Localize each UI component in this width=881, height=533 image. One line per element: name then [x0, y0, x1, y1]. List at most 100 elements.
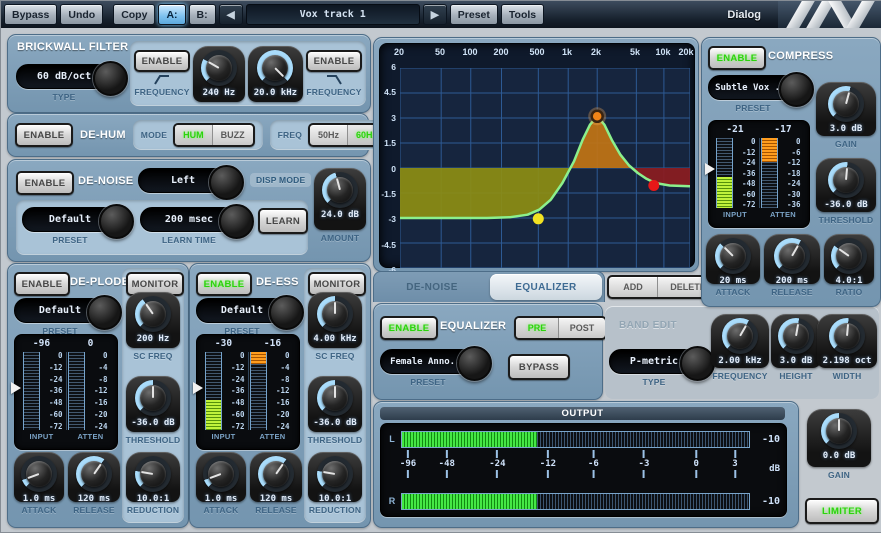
limiter-button[interactable]: LIMITER — [805, 498, 879, 524]
deess-threshold-knob[interactable] — [317, 380, 353, 416]
deess-reduction-knob[interactable] — [317, 456, 353, 492]
compress-threshold-knob[interactable] — [828, 162, 864, 198]
tab-denoise[interactable]: DE-NOISE — [376, 274, 488, 300]
deess-release-knob[interactable] — [258, 456, 294, 492]
lp-frequency-knob-module: 20.0 kHz — [248, 46, 303, 102]
freq-tick-label: 20 — [394, 47, 404, 57]
hp-frequency-knob[interactable] — [201, 50, 237, 86]
deess-threshold-label: THRESHOLD — [308, 435, 363, 445]
prev-preset-icon[interactable]: ◀ — [219, 4, 243, 25]
add-band-button[interactable]: ADD — [609, 277, 658, 297]
hp-frequency-value: 240 Hz — [203, 88, 236, 98]
compress-threshold-slider[interactable] — [705, 163, 721, 175]
deplode-attack-knob[interactable] — [21, 456, 57, 492]
dehum-freq-label: FREQ — [278, 130, 302, 140]
denoise-enable-button[interactable]: ENABLE — [16, 171, 74, 195]
preset-menu-button[interactable]: Preset — [450, 4, 498, 25]
compress-release-module: 200 ms RELEASE — [764, 234, 820, 297]
eq-graph[interactable]: 20 50 100 200 500 1k 2k 5k 10k 20k 64.53… — [379, 43, 695, 268]
deplode-title: DE-PLODE — [70, 276, 129, 288]
deplode-atten-label: ATTEN — [66, 432, 115, 441]
deplode-threshold-slider[interactable] — [11, 382, 27, 394]
deplode-threshold-knob[interactable] — [135, 380, 171, 416]
compress-ratio-knob[interactable] — [831, 238, 867, 274]
deplode-meter-bars: 0-12-24-36-48-60-72 0-4-8-12-16-20-24 — [17, 352, 115, 430]
deplode-preset-knob[interactable] — [87, 295, 122, 330]
meter-divider — [759, 138, 760, 208]
deplode-reduction-knob[interactable] — [135, 456, 171, 492]
pre-option[interactable]: PRE — [516, 318, 559, 338]
scale-tick-label: 3 — [380, 114, 396, 122]
tools-button[interactable]: Tools — [501, 4, 544, 25]
freq-50hz-option[interactable]: 50Hz — [310, 125, 348, 145]
compress-gain-knob[interactable] — [828, 86, 864, 122]
band-type-knob[interactable] — [680, 346, 715, 381]
deplode-attack-label: ATTACK — [22, 505, 57, 515]
equalizer-controls-section: ENABLE EQUALIZER PRE POST Female Anno...… — [373, 303, 603, 400]
deess-enable-button[interactable]: ENABLE — [196, 272, 252, 296]
undo-button[interactable]: Undo — [60, 4, 103, 25]
deess-attack-knob[interactable] — [203, 456, 239, 492]
scale-tick-label: -24 — [43, 376, 63, 383]
compress-preset-knob[interactable] — [779, 72, 814, 107]
deess-meter: -30 -16 0-12-24-36-48-60-72 0-4-8-12-16-… — [196, 334, 300, 450]
compress-enable-button[interactable]: ENABLE — [708, 46, 766, 70]
preset-display[interactable]: Vox track 1 — [246, 4, 420, 25]
dehum-enable-button[interactable]: ENABLE — [15, 123, 73, 147]
eq-curve-plot[interactable] — [400, 68, 690, 268]
lp-frequency-knob[interactable] — [257, 50, 293, 86]
bypass-button[interactable]: Bypass — [4, 4, 57, 25]
band-frequency-knob[interactable] — [722, 318, 758, 354]
master-gain-value: 0.0 dB — [823, 451, 856, 461]
hum-option[interactable]: HUM — [175, 125, 213, 145]
deess-threshold-slider[interactable] — [193, 382, 209, 394]
compress-release-knob[interactable] — [774, 238, 810, 274]
scale-tick-label: -48 — [225, 399, 245, 406]
filter-type-knob[interactable] — [93, 61, 128, 96]
equalizer-bypass-button[interactable]: BYPASS — [508, 354, 570, 380]
hp-enable-button[interactable]: ENABLE — [134, 50, 190, 72]
post-option[interactable]: POST — [559, 318, 605, 338]
scale-tick-label: -24 — [736, 159, 756, 166]
deplode-scfreq-knob[interactable] — [135, 296, 171, 332]
equalizer-enable-button[interactable]: ENABLE — [380, 316, 438, 340]
disp-mode-knob[interactable] — [209, 165, 244, 200]
scale-tick-label: -18 — [781, 170, 801, 177]
master-gain-module: 0.0 dB GAIN — [807, 409, 871, 480]
buzz-option[interactable]: BUZZ — [213, 125, 253, 145]
compress-ratio-module: 4.0:1 RATIO — [824, 234, 874, 297]
next-preset-icon[interactable]: ▶ — [423, 4, 447, 25]
deplode-enable-button[interactable]: ENABLE — [14, 272, 70, 296]
learn-button[interactable]: LEARN — [258, 208, 308, 234]
denoise-preset-knob[interactable] — [99, 204, 134, 239]
deplode-release-knob[interactable] — [76, 456, 112, 492]
amount-knob[interactable] — [322, 172, 358, 208]
deplode-meter-labels: INPUT ATTEN — [17, 432, 115, 441]
output-right-readout: -10 — [754, 496, 780, 507]
band-width-knob[interactable] — [829, 318, 865, 354]
setup-b-button[interactable]: B: — [189, 4, 216, 25]
output-meter: L -10 -96 -48 -24 -12 -6 -3 0 3 dB R -10 — [380, 423, 787, 517]
equalizer-preset-knob[interactable] — [457, 346, 492, 381]
pre-post-toggle: PRE POST — [514, 316, 607, 340]
deess-meter-labels: INPUT ATTEN — [199, 432, 297, 441]
lp-enable-button[interactable]: ENABLE — [306, 50, 362, 72]
compress-threshold-module: -36.0 dB THRESHOLD — [816, 158, 876, 225]
compress-section: ENABLE COMPRESS Subtle Vox ... PRESET 3.… — [701, 37, 881, 307]
scale-tick: -24 — [489, 450, 505, 478]
dehum-mode-label: MODE — [141, 130, 167, 140]
scale-tick-label: -12 — [225, 364, 245, 371]
setup-a-button[interactable]: A: — [158, 4, 185, 25]
band-height-knob[interactable] — [778, 318, 814, 354]
deess-scfreq-knob[interactable] — [317, 296, 353, 332]
scale-tick-label: -4 — [88, 364, 108, 371]
master-gain-knob[interactable] — [821, 413, 857, 449]
deplode-scfreq-value: 200 Hz — [137, 334, 170, 344]
freq-tick-label: 100 — [462, 47, 477, 57]
deess-preset-knob[interactable] — [269, 295, 304, 330]
copy-button[interactable]: Copy — [113, 4, 155, 25]
deplode-release-label: RELEASE — [73, 505, 115, 515]
tab-equalizer[interactable]: EQUALIZER — [490, 274, 602, 300]
learn-time-knob[interactable] — [219, 204, 254, 239]
compress-attack-knob[interactable] — [715, 238, 751, 274]
